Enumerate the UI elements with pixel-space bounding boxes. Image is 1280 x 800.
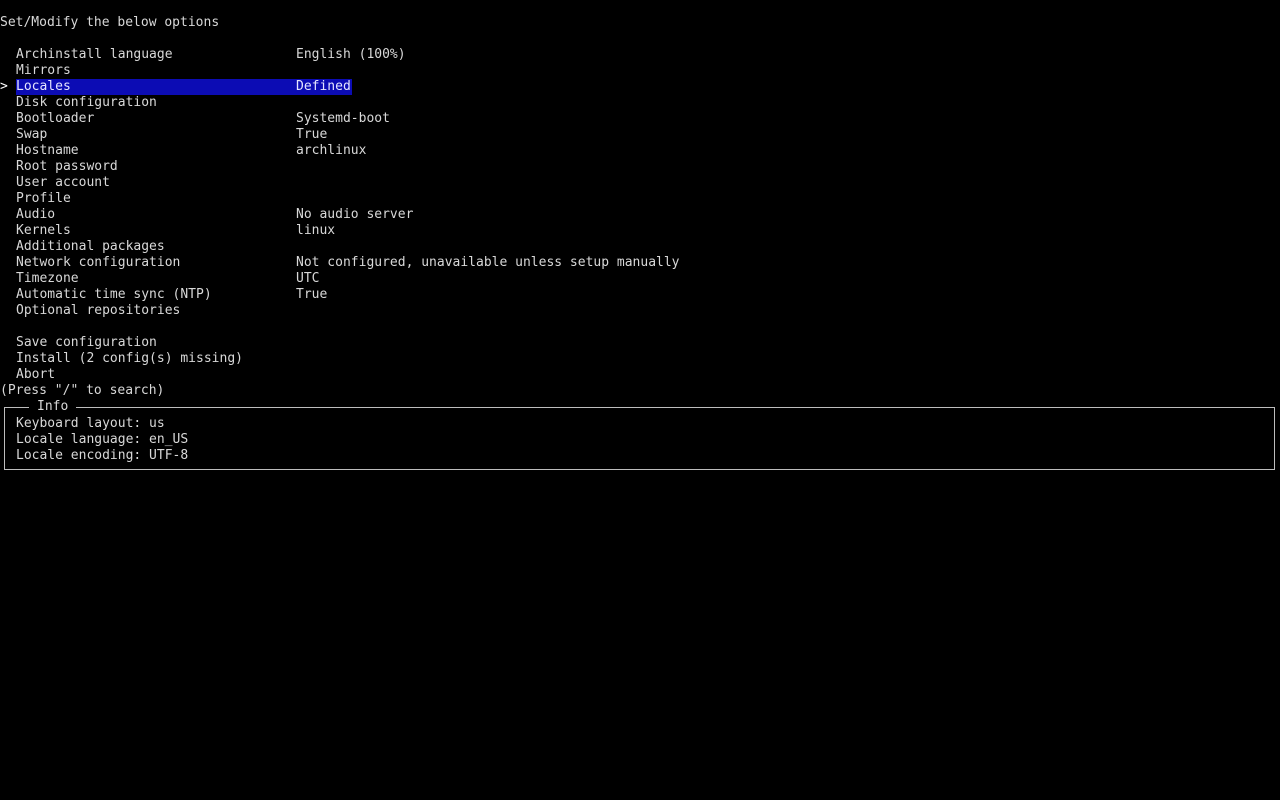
menu-item-value: Not configured, unavailable unless setup… — [296, 255, 680, 270]
menu-item-value: linux — [296, 223, 336, 238]
menu-item-label: Mirrors — [16, 63, 71, 78]
menu-item-value: True — [296, 287, 328, 302]
menu-item-label: Profile — [16, 191, 71, 206]
menu-item-value: Systemd-boot — [296, 111, 390, 126]
menu-item-label: Bootloader — [16, 111, 95, 126]
menu-item-value: English (100%) — [296, 47, 406, 62]
info-panel: Info Keyboard layout: us Locale language… — [4, 399, 1275, 470]
menu-item-label: Kernels — [16, 223, 71, 238]
action-label: Install (2 config(s) missing) — [16, 351, 243, 366]
menu-item-value: No audio server — [296, 207, 414, 222]
menu-item-label: Locales — [16, 79, 71, 94]
menu-item-label: Disk configuration — [16, 95, 157, 110]
menu-item-label: Optional repositories — [16, 303, 181, 318]
menu-item-value: archlinux — [296, 143, 367, 158]
menu-item-label: Root password — [16, 159, 118, 174]
menu-item-value: True — [296, 127, 328, 142]
menu-item-value: UTC — [296, 271, 320, 286]
menu-item-label: Additional packages — [16, 239, 165, 254]
menu-item-label: Hostname — [16, 143, 79, 158]
menu-item-label: Network configuration — [16, 255, 181, 270]
info-locale-language: Locale language: en_US — [16, 432, 189, 447]
search-hint: (Press "/" to search) — [0, 383, 165, 398]
menu-item-label: Automatic time sync (NTP) — [16, 287, 212, 302]
menu-item-label: Swap — [16, 127, 48, 142]
menu-item-label: Audio — [16, 207, 56, 222]
menu-item-value: Defined — [296, 79, 351, 94]
info-locale-encoding: Locale encoding: UTF-8 — [16, 448, 189, 463]
menu-item-label: Archinstall language — [16, 47, 173, 62]
action-label: Abort — [16, 367, 56, 382]
terminal-screen: Set/Modify the below options Archinstall… — [0, 0, 1280, 800]
info-panel-title: Info — [29, 399, 77, 415]
info-keyboard-layout: Keyboard layout: us — [16, 416, 165, 431]
menu-header: Set/Modify the below options — [0, 15, 220, 30]
menu-item-label: User account — [16, 175, 110, 190]
action-label: Save configuration — [16, 335, 157, 350]
selection-cursor-icon: > — [0, 79, 8, 94]
menu-item-label: Timezone — [16, 271, 79, 286]
